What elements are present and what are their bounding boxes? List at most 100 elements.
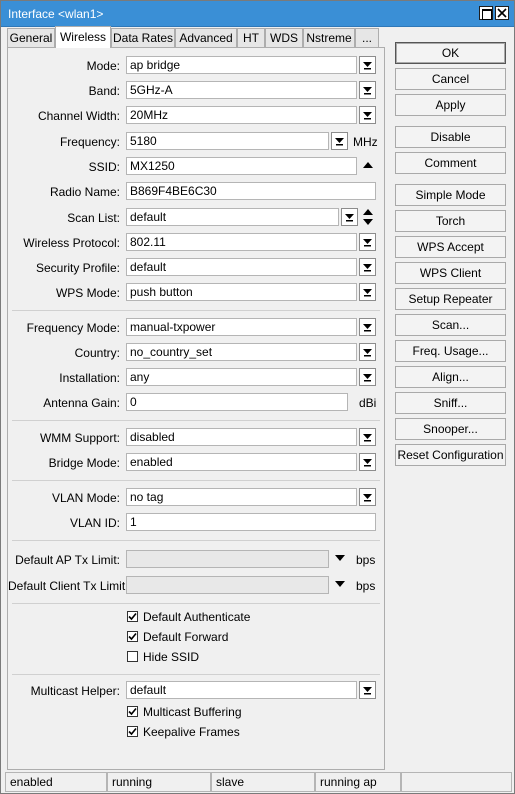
ssid-field[interactable]: MX1250: [126, 157, 357, 175]
chevron-down-icon: [363, 374, 372, 382]
frequency-mode-select[interactable]: manual-txpower: [126, 318, 357, 336]
tab-ht[interactable]: HT: [237, 28, 265, 48]
default-forward-checkbox[interactable]: [127, 631, 138, 642]
separator: [12, 310, 380, 311]
band-dropdown[interactable]: [359, 81, 376, 99]
country-dropdown[interactable]: [359, 343, 376, 361]
tab-advanced[interactable]: Advanced: [175, 28, 237, 48]
chevron-down-icon: [335, 138, 344, 146]
checkmark-icon: [128, 727, 137, 736]
wps-mode-dropdown[interactable]: [359, 283, 376, 301]
multicast-helper-label: Multicast Helper:: [30, 684, 120, 698]
country-select[interactable]: no_country_set: [126, 343, 357, 361]
simple-mode-button[interactable]: Simple Mode: [395, 184, 506, 206]
default-authenticate-checkbox[interactable]: [127, 611, 138, 622]
default-client-tx-limit-field[interactable]: [126, 576, 329, 594]
antenna-gain-label: Antenna Gain:: [43, 396, 120, 410]
ok-button[interactable]: OK: [395, 42, 506, 64]
title-bar[interactable]: Interface <wlan1>: [1, 1, 514, 27]
channel-width-dropdown[interactable]: [359, 106, 376, 124]
restore-icon[interactable]: [479, 6, 493, 20]
snooper-button[interactable]: Snooper...: [395, 418, 506, 440]
chevron-down-icon: [345, 214, 354, 222]
hide-ssid-label: Hide SSID: [143, 650, 200, 664]
tab-general[interactable]: General: [7, 28, 55, 48]
default-ap-tx-limit-field[interactable]: [126, 550, 329, 568]
channel-width-select[interactable]: 20MHz: [126, 106, 357, 124]
radio-name-label: Radio Name:: [49, 185, 120, 199]
chevron-down-icon: [363, 459, 372, 467]
antenna-gain-field[interactable]: 0: [126, 393, 348, 411]
chevron-down-icon: [363, 324, 372, 332]
status-slave: slave: [211, 772, 315, 792]
bridge-mode-dropdown[interactable]: [359, 453, 376, 471]
wireless-protocol-select[interactable]: 802.11: [126, 233, 357, 251]
band-select[interactable]: 5GHz-A: [126, 81, 357, 99]
wps-mode-select[interactable]: push button: [126, 283, 357, 301]
checkmark-icon: [128, 612, 137, 621]
multicast-helper-select[interactable]: default: [126, 681, 357, 699]
mode-dropdown[interactable]: [359, 56, 376, 74]
hide-ssid-checkbox[interactable]: [127, 651, 138, 662]
keepalive-frames-label: Keepalive Frames: [143, 725, 240, 739]
installation-dropdown[interactable]: [359, 368, 376, 386]
installation-label: Installation:: [59, 371, 120, 385]
tab-nstreme[interactable]: Nstreme: [303, 28, 355, 48]
tab-data-rates[interactable]: Data Rates: [111, 28, 175, 48]
setup-repeater-button[interactable]: Setup Repeater: [395, 288, 506, 310]
vlan-mode-dropdown[interactable]: [359, 488, 376, 506]
tab-more[interactable]: ...: [355, 28, 379, 48]
wmm-support-select[interactable]: disabled: [126, 428, 357, 446]
chevron-down-icon[interactable]: [335, 555, 345, 561]
radio-name-field[interactable]: B869F4BE6C30: [126, 182, 376, 200]
cancel-button[interactable]: Cancel: [395, 68, 506, 90]
wireless-protocol-dropdown[interactable]: [359, 233, 376, 251]
keepalive-frames-checkbox[interactable]: [127, 726, 138, 737]
default-client-tx-limit-label: Default Client Tx Limit:: [8, 579, 129, 593]
chevron-down-icon: [363, 349, 372, 357]
scan-list-select[interactable]: default: [126, 208, 339, 226]
reset-configuration-button[interactable]: Reset Configuration: [395, 444, 506, 466]
wmm-support-dropdown[interactable]: [359, 428, 376, 446]
installation-select[interactable]: any: [126, 368, 357, 386]
frequency-select[interactable]: 5180: [126, 132, 329, 150]
comment-button[interactable]: Comment: [395, 152, 506, 174]
align-button[interactable]: Align...: [395, 366, 506, 388]
wireless-protocol-label: Wireless Protocol:: [23, 236, 120, 250]
bridge-mode-select[interactable]: enabled: [126, 453, 357, 471]
vlan-id-field[interactable]: 1: [126, 513, 376, 531]
default-ap-tx-limit-label: Default AP Tx Limit:: [15, 553, 120, 567]
up-down-arrows-icon[interactable]: [363, 209, 373, 225]
country-label: Country:: [74, 346, 120, 360]
chevron-down-icon: [363, 62, 372, 70]
freq-usage-button[interactable]: Freq. Usage...: [395, 340, 506, 362]
sniff-button[interactable]: Sniff...: [395, 392, 506, 414]
frequency-dropdown[interactable]: [331, 132, 348, 150]
vlan-mode-select[interactable]: no tag: [126, 488, 357, 506]
scan-list-dropdown[interactable]: [341, 208, 358, 226]
mode-select[interactable]: ap bridge: [126, 56, 357, 74]
disable-button[interactable]: Disable: [395, 126, 506, 148]
status-running: running: [107, 772, 211, 792]
chevron-down-icon: [363, 434, 372, 442]
checkmark-icon: [128, 632, 137, 641]
tab-wireless[interactable]: Wireless: [55, 26, 111, 48]
close-icon[interactable]: [495, 6, 509, 20]
wps-accept-button[interactable]: WPS Accept: [395, 236, 506, 258]
torch-button[interactable]: Torch: [395, 210, 506, 232]
security-profile-select[interactable]: default: [126, 258, 357, 276]
chevron-down-icon[interactable]: [335, 581, 345, 587]
default-client-tx-limit-unit: bps: [356, 579, 376, 593]
security-profile-dropdown[interactable]: [359, 258, 376, 276]
wps-client-button[interactable]: WPS Client: [395, 262, 506, 284]
multicast-helper-dropdown[interactable]: [359, 681, 376, 699]
band-label: Band:: [88, 84, 120, 98]
scan-button[interactable]: Scan...: [395, 314, 506, 336]
frequency-mode-dropdown[interactable]: [359, 318, 376, 336]
multicast-buffering-checkbox[interactable]: [127, 706, 138, 717]
chevron-down-icon: [363, 112, 372, 120]
chevron-up-icon[interactable]: [363, 162, 373, 169]
apply-button[interactable]: Apply: [395, 94, 506, 116]
tab-wds[interactable]: WDS: [265, 28, 303, 48]
chevron-down-icon: [363, 264, 372, 272]
